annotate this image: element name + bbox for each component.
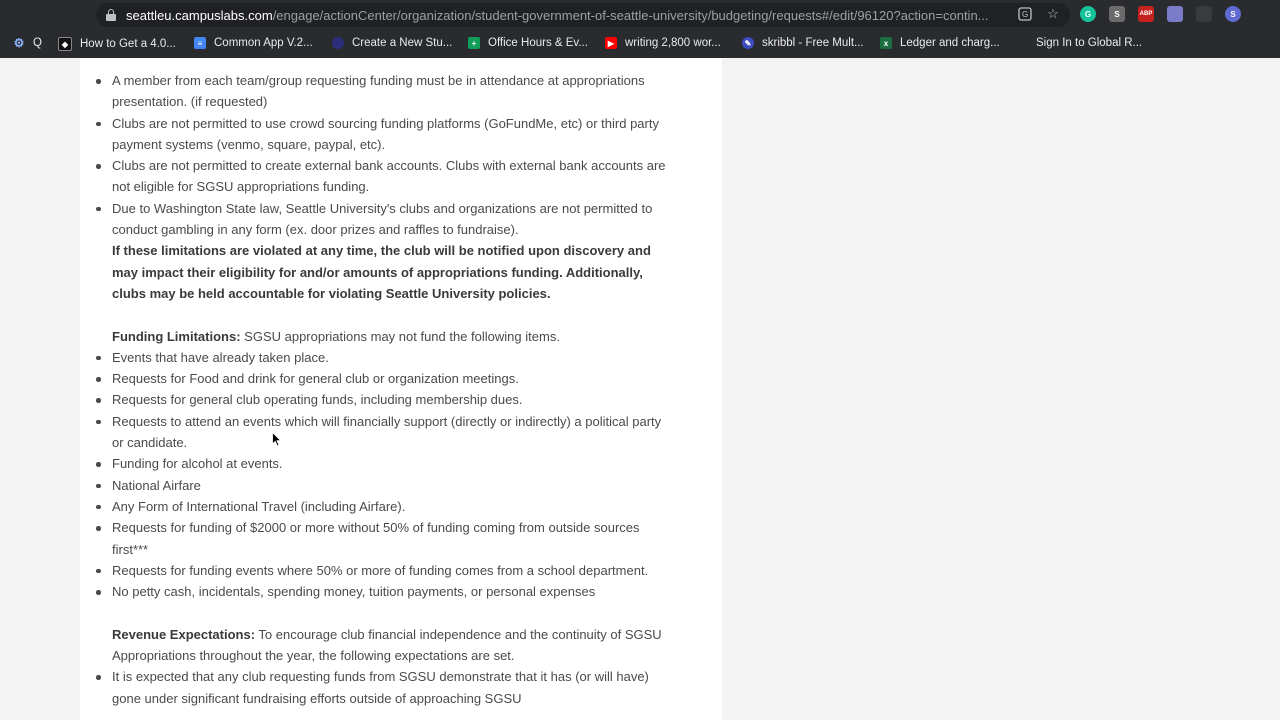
- grammarly-extension-icon[interactable]: G: [1080, 6, 1096, 22]
- list-item: A member from each team/group requesting…: [96, 70, 672, 113]
- address-bar[interactable]: seattleu.campuslabs.com/engage/actionCen…: [96, 3, 1070, 27]
- docs-icon: ≡: [194, 37, 206, 49]
- list-item: Requests for Food and drink for general …: [96, 368, 672, 389]
- list-item: Requests for funding events where 50% or…: [96, 560, 672, 581]
- funding-limitations-list: Events that have already taken place. Re…: [96, 347, 672, 603]
- bookmark-star-icon[interactable]: ☆: [1046, 7, 1060, 21]
- list-item: Clubs are not permitted to use crowd sou…: [96, 113, 672, 156]
- blank-extension-icon[interactable]: [1196, 6, 1212, 22]
- bookmark-create-new-student[interactable]: Create a New Stu...: [332, 37, 452, 49]
- excel-icon: x: [880, 37, 892, 49]
- adblock-extension-icon[interactable]: ABP: [1138, 6, 1154, 22]
- sheets-icon: +: [468, 37, 480, 49]
- pencil-icon: ✎: [742, 37, 754, 49]
- revenue-expectations-list: It is expected that any club requesting …: [96, 666, 672, 709]
- list-item: Requests for funding of $2000 or more wi…: [96, 517, 672, 560]
- bookmark-office-hours[interactable]: + Office Hours & Ev...: [468, 37, 588, 49]
- bookmark-sign-in-global[interactable]: Sign In to Global R...: [1036, 37, 1142, 49]
- limitations-list: A member from each team/group requesting…: [96, 49, 672, 241]
- revenue-expectations-paragraph: Revenue Expectations: To encourage club …: [112, 626, 662, 664]
- s-extension-icon[interactable]: S: [1109, 6, 1125, 22]
- circle-icon: [332, 37, 344, 49]
- funding-limitations-heading: Funding Limitations:: [112, 328, 241, 344]
- request-form-panel: A member from each team/group requesting…: [80, 58, 722, 720]
- violation-warning: If these limitations are violated at any…: [112, 243, 651, 301]
- list-item: Events that have already taken place.: [96, 347, 672, 368]
- list-item: It is expected that any club requesting …: [96, 666, 672, 709]
- list-item: Due to Washington State law, Seattle Uni…: [96, 198, 672, 241]
- revenue-expectations-heading: Revenue Expectations:: [112, 626, 256, 642]
- list-item: Clubs are not permitted to create extern…: [96, 155, 672, 198]
- funding-limitations-paragraph: Funding Limitations: SGSU appropriations…: [112, 328, 560, 344]
- profile-avatar[interactable]: S: [1225, 6, 1241, 22]
- list-item: No petty cash, incidentals, spending mon…: [96, 581, 672, 602]
- list-item: Requests for general club operating fund…: [96, 389, 672, 410]
- guidelines-text: A member from each team/group requesting…: [96, 49, 672, 709]
- bookmark-ledger[interactable]: x Ledger and charg...: [880, 37, 1000, 49]
- list-item: Requests to attend an events which will …: [96, 411, 672, 454]
- youtube-icon: ▶: [605, 37, 617, 49]
- svg-text:G: G: [1022, 10, 1028, 19]
- list-item: Funding for alcohol at events.: [96, 453, 672, 474]
- mouse-cursor-icon: [272, 432, 282, 447]
- list-item: National Airfare: [96, 475, 672, 496]
- gear-icon: ⚙: [13, 36, 25, 50]
- bookmark-common-app[interactable]: ≡ Common App V.2...: [194, 37, 313, 49]
- bookmark-skribbl[interactable]: ✎ skribbl - Free Mult...: [742, 37, 864, 49]
- translate-icon[interactable]: G: [1018, 7, 1032, 21]
- lock-icon: [106, 9, 116, 21]
- bookmark-writing[interactable]: ▶ writing 2,800 wor...: [605, 37, 721, 49]
- bookmark-q[interactable]: ⚙ Q: [13, 36, 42, 50]
- list-item: Any Form of International Travel (includ…: [96, 496, 672, 517]
- url-text[interactable]: seattleu.campuslabs.com/engage/actionCen…: [126, 8, 1016, 23]
- reader-extension-icon[interactable]: [1167, 6, 1183, 22]
- shield-icon: ◆: [58, 37, 72, 51]
